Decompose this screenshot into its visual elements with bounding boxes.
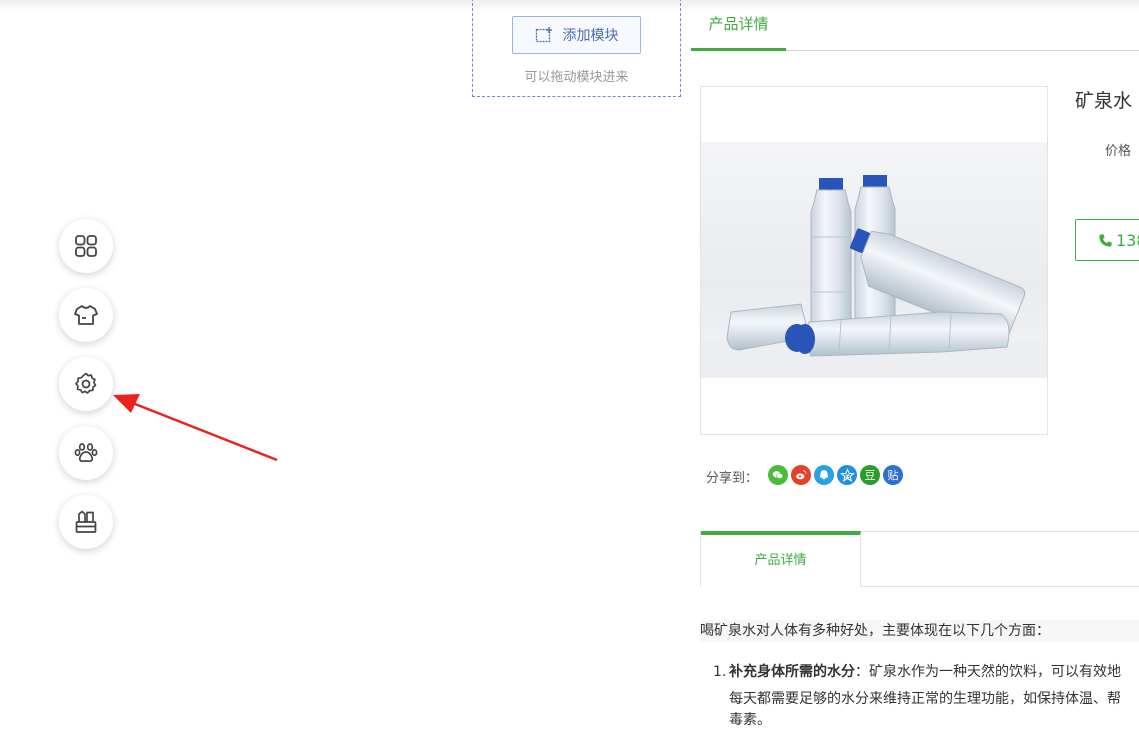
tieba-icon[interactable]: 贴 (883, 465, 903, 485)
grid-icon (75, 235, 97, 257)
tab-product-details[interactable]: 产品详情 (691, 0, 786, 51)
list-item-text: ：矿泉水作为一种天然的饮料，可以有效地 (855, 664, 1121, 680)
add-module-button[interactable]: 添加模块 (512, 16, 641, 54)
phone-number: 138 (1116, 230, 1139, 250)
add-module-icon (535, 26, 553, 44)
gear-icon (75, 372, 97, 394)
add-module-label: 添加模块 (562, 28, 619, 44)
module-hint: 可以拖动模块进来 (524, 70, 629, 85)
product-image (701, 142, 1047, 378)
sidebar-button-settings[interactable] (59, 357, 113, 411)
price-label: 价格 (1105, 144, 1132, 159)
douban-icon[interactable]: 豆 (860, 465, 880, 485)
qzone-icon[interactable] (837, 465, 857, 485)
module-drop-zone[interactable]: 添加模块 可以拖动模块进来 (472, 0, 681, 97)
weibo-icon[interactable] (791, 465, 811, 485)
product-name: 矿泉水 (1075, 90, 1133, 112)
sidebar-button-tools[interactable] (59, 495, 113, 549)
product-image-frame (700, 86, 1048, 435)
share-label: 分享到： (706, 471, 759, 486)
sidebar-button-theme[interactable] (59, 288, 113, 342)
article-list-item: 1. 补充身体所需的水分：矿泉水作为一种天然的饮料，可以有效地 (713, 659, 1139, 686)
sidebar-button-pets[interactable] (59, 426, 113, 480)
article-intro: 喝矿泉水对人体有多种好处，主要体现在以下几个方面： (700, 620, 1139, 642)
stationery-icon (75, 510, 97, 533)
qq-icon[interactable] (814, 465, 834, 485)
tshirt-icon (74, 305, 98, 325)
list-number: 1. (713, 664, 727, 680)
share-icons: 豆 贴 (768, 465, 903, 485)
detail-tab-bar: 产品详情 (700, 531, 1139, 587)
tab-product-details-lower[interactable]: 产品详情 (701, 531, 861, 587)
wechat-icon[interactable] (768, 465, 788, 485)
list-item-title: 补充身体所需的水分 (729, 664, 855, 680)
phone-icon (1099, 233, 1112, 247)
top-tab-bar: 产品详情 (691, 0, 1139, 51)
sidebar-button-modules[interactable] (59, 219, 113, 273)
list-item-line3: 毒素。 (729, 712, 771, 728)
paw-icon (74, 443, 98, 463)
phone-button[interactable]: 138 (1075, 219, 1139, 261)
